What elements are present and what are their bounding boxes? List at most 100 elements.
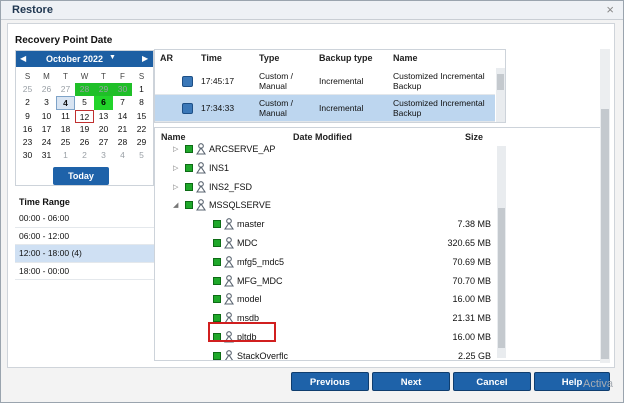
calendar-day[interactable]: 18: [56, 123, 75, 136]
checkbox[interactable]: [213, 276, 221, 285]
calendar-day[interactable]: 30: [18, 149, 37, 162]
calendar-day[interactable]: 5: [132, 149, 151, 162]
checkbox[interactable]: [213, 351, 221, 360]
file-row[interactable]: ▷ INS2_FSD: [155, 178, 497, 197]
calendar-day[interactable]: 29: [132, 136, 151, 149]
recovery-point-row[interactable]: 17:34:33 Custom / Manual Incremental Customi…: [155, 95, 495, 122]
time-range-item[interactable]: 12:00 - 18:00 (4): [15, 245, 154, 263]
checkbox[interactable]: [185, 201, 193, 210]
calendar-day[interactable]: 9: [18, 110, 37, 123]
checkbox[interactable]: [185, 182, 193, 191]
calendar-day[interactable]: 4: [113, 149, 132, 162]
calendar-day[interactable]: 30: [113, 83, 132, 97]
calendar-day[interactable]: 16: [18, 123, 37, 136]
rp-backup-type: Incremental: [319, 76, 364, 86]
close-icon[interactable]: ×: [606, 2, 614, 17]
recovery-point-row[interactable]: 17:45:17 Custom / Manual Incremental Customi…: [155, 68, 495, 95]
calendar-day[interactable]: 4: [56, 96, 75, 110]
calendar-day[interactable]: 20: [94, 123, 113, 136]
checkbox[interactable]: [185, 163, 193, 172]
expand-icon[interactable]: ▷: [173, 183, 178, 191]
previous-button[interactable]: Previous: [291, 372, 369, 391]
dialog-content: Recovery Point Date ◀ October 2022 ▼ ▶ S…: [7, 23, 615, 368]
file-row[interactable]: msdb 21.31 MB: [155, 309, 497, 328]
content-scrollbar[interactable]: [600, 49, 610, 363]
time-range-item[interactable]: 18:00 - 00:00: [15, 263, 154, 280]
expand-icon[interactable]: ▷: [173, 164, 178, 172]
calendar-day[interactable]: 23: [18, 136, 37, 149]
expand-icon[interactable]: ◢: [173, 201, 178, 209]
calendar-day[interactable]: 19: [75, 123, 94, 136]
file-row[interactable]: ▷ INS1: [155, 159, 497, 178]
file-row[interactable]: ◢ MSSQLSERVE: [155, 196, 497, 215]
file-row[interactable]: pltdb 16.00 MB: [155, 328, 497, 347]
rp-backup-type: Incremental: [319, 103, 364, 113]
file-row[interactable]: mfg5_mdc5 70.69 MB: [155, 253, 497, 272]
calendar-day[interactable]: 3: [94, 149, 113, 162]
file-row[interactable]: ▷ ARCSERVE_AP: [155, 140, 497, 159]
content-scrollbar-thumb[interactable]: [601, 109, 609, 359]
file-size: 16.00 MB: [452, 332, 491, 342]
files-scrollbar[interactable]: [497, 146, 506, 358]
next-button[interactable]: Next: [372, 372, 450, 391]
ar-scrollbar[interactable]: [496, 68, 505, 122]
calendar-day[interactable]: 25: [18, 83, 37, 96]
calendar-day[interactable]: 29: [94, 83, 113, 97]
checkbox[interactable]: [213, 295, 221, 304]
calendar-day[interactable]: 14: [113, 110, 132, 123]
calendar-day[interactable]: 27: [56, 83, 75, 96]
expand-icon[interactable]: ▷: [173, 145, 178, 153]
col-type: Type: [259, 53, 280, 63]
checkbox[interactable]: [213, 257, 221, 266]
time-range-item[interactable]: 06:00 - 12:00: [15, 228, 154, 245]
calendar-day[interactable]: 2: [75, 149, 94, 162]
calendar-day[interactable]: 28: [75, 83, 94, 97]
calendar-day[interactable]: 12: [75, 109, 94, 123]
rp-type: Custom /: [259, 71, 294, 81]
activation-watermark: Activa: [583, 378, 613, 390]
checkbox[interactable]: [213, 314, 221, 323]
calendar-day[interactable]: 7: [113, 96, 132, 109]
calendar-day[interactable]: 26: [75, 136, 94, 149]
calendar-day[interactable]: 27: [94, 136, 113, 149]
checkbox[interactable]: [213, 220, 221, 229]
calendar-day[interactable]: 24: [37, 136, 56, 149]
file-row[interactable]: master 7.38 MB: [155, 215, 497, 234]
ar-scrollbar-thumb[interactable]: [497, 74, 504, 90]
cancel-button[interactable]: Cancel: [453, 372, 531, 391]
calendar-day[interactable]: 5: [75, 96, 94, 109]
calendar-day[interactable]: 1: [56, 149, 75, 162]
month-dropdown-icon[interactable]: ▼: [109, 54, 116, 61]
next-month-icon[interactable]: ▶: [142, 54, 148, 63]
file-row[interactable]: MFG_MDC 70.70 MB: [155, 272, 497, 291]
checkbox[interactable]: [213, 239, 221, 247]
calendar-day[interactable]: 10: [37, 110, 56, 123]
calendar-day[interactable]: 26: [37, 83, 56, 96]
calendar-day[interactable]: 13: [94, 110, 113, 123]
calendar-day[interactable]: 3: [37, 96, 56, 109]
calendar-day[interactable]: 22: [132, 123, 151, 136]
calendar-month[interactable]: October 2022: [46, 54, 103, 64]
calendar-day[interactable]: 28: [113, 136, 132, 149]
calendar-day[interactable]: 11: [56, 110, 75, 123]
file-row[interactable]: StackOverflc 2.25 GB: [155, 347, 497, 360]
database-icon: [195, 161, 207, 174]
file-row[interactable]: MDC 320.65 MB: [155, 234, 497, 253]
weekday-label: T: [101, 72, 106, 81]
calendar-day[interactable]: 31: [37, 149, 56, 162]
files-scrollbar-thumb[interactable]: [498, 208, 505, 348]
calendar-day[interactable]: 6: [94, 96, 113, 110]
file-row[interactable]: model 16.00 MB: [155, 290, 497, 309]
calendar-day[interactable]: 17: [37, 123, 56, 136]
calendar-day[interactable]: 15: [132, 110, 151, 123]
calendar-day[interactable]: 21: [113, 123, 132, 136]
prev-month-icon[interactable]: ◀: [20, 54, 26, 63]
file-name: MDC: [237, 238, 258, 248]
checkbox[interactable]: [185, 145, 193, 153]
calendar-day[interactable]: 25: [56, 136, 75, 149]
calendar-day[interactable]: 1: [132, 83, 151, 96]
time-range-item[interactable]: 00:00 - 06:00: [15, 210, 154, 228]
calendar-day[interactable]: 8: [132, 96, 151, 109]
calendar-day[interactable]: 2: [18, 96, 37, 109]
today-button[interactable]: Today: [53, 167, 109, 185]
